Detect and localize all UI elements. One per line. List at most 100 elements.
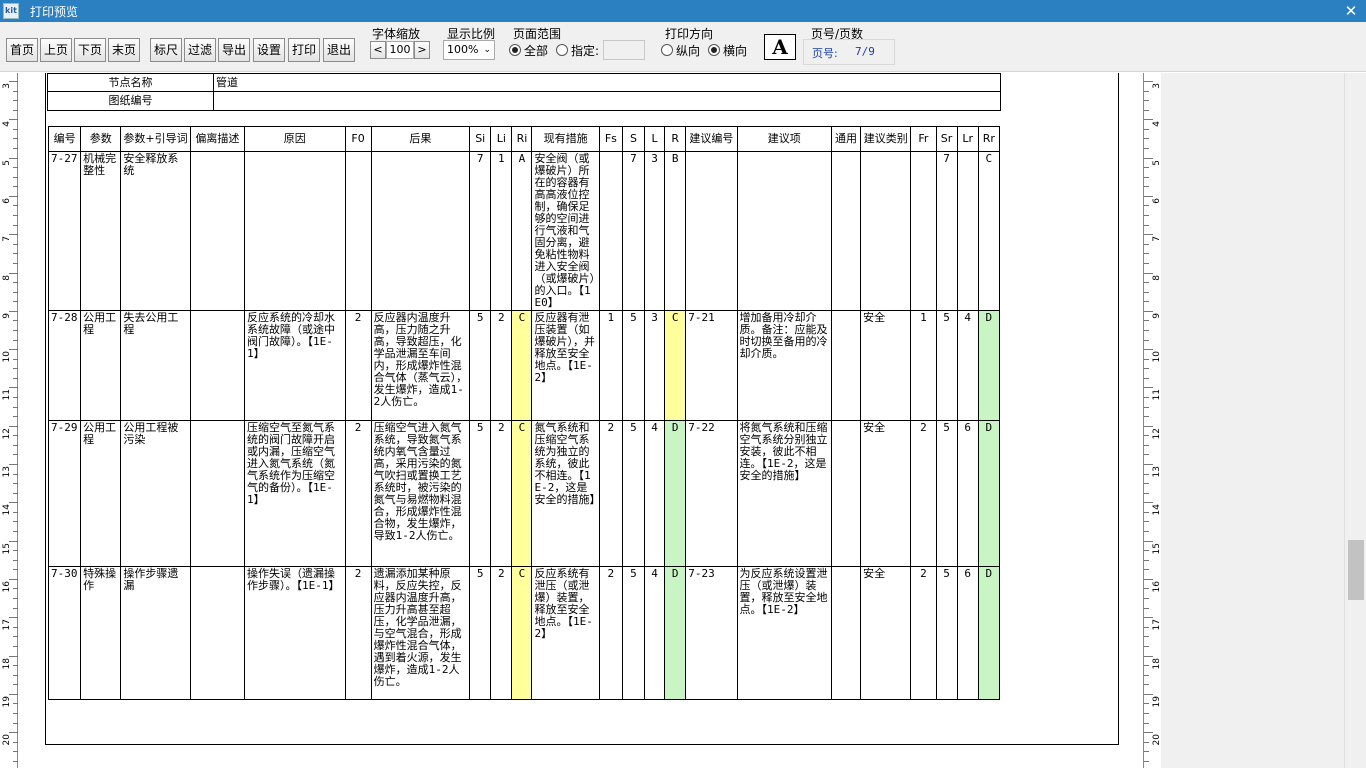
ruler-subtick [1144, 282, 1149, 284]
column-header: 建议项 [736, 126, 832, 152]
cell-s: 5 [621, 420, 646, 567]
cell-id: 7-29 [47, 420, 82, 567]
cell-fr: 2 [910, 566, 937, 700]
ruler-subtick [13, 377, 18, 379]
column-header: 参数 [80, 126, 122, 152]
export-button[interactable]: 导出 [218, 38, 250, 62]
cell-rr: D [977, 310, 1001, 421]
ruler-subtick [1144, 531, 1149, 533]
prev-page-button[interactable]: 上页 [40, 38, 72, 62]
font-scale-input[interactable]: 100 [386, 41, 414, 59]
ruler-subtick [1144, 645, 1149, 647]
cell-lr: 4 [956, 310, 979, 421]
ruler-tick [9, 425, 18, 427]
ruler-subtick [1144, 703, 1149, 705]
cell-li: 2 [490, 566, 513, 700]
ruler-subtick [13, 358, 18, 360]
ruler-subtick [1144, 396, 1149, 398]
range-specify-radio[interactable] [556, 44, 568, 56]
filter-button[interactable]: 过滤 [184, 38, 216, 62]
landscape-radio[interactable] [708, 44, 720, 56]
ruler-tick [9, 349, 18, 351]
cell-sug: 将氮气系统和压缩空气系统分别独立安装，彼此不相连。【1E-2，这是安全的措施】 [736, 420, 832, 567]
portrait-radio[interactable] [661, 44, 673, 56]
ruler-subtick [13, 454, 18, 456]
exit-button[interactable]: 退出 [323, 38, 355, 62]
next-page-button[interactable]: 下页 [74, 38, 106, 62]
ruler-subtick [13, 473, 18, 475]
ruler-tick [9, 578, 18, 580]
vertical-scrollbar[interactable] [1344, 73, 1366, 768]
ruler-number: 3 [2, 83, 12, 89]
ruler-number: 10 [2, 351, 12, 363]
cell-sr: 5 [935, 310, 958, 421]
ruler-subtick [13, 396, 18, 398]
ruler-subtick [13, 674, 18, 676]
range-input[interactable] [603, 40, 645, 60]
page-number-value: 7/9 [855, 45, 875, 58]
ruler-number: 6 [2, 197, 12, 204]
ruler-subtick [13, 205, 18, 207]
ruler-subtick [13, 636, 18, 638]
ruler-subtick [1144, 511, 1149, 513]
cell-fr [910, 151, 937, 311]
ruler-subtick [1144, 684, 1149, 686]
font-increase-button[interactable]: > [414, 41, 430, 59]
ruler-subtick [13, 148, 18, 150]
close-icon[interactable]: ✕ [1336, 0, 1366, 22]
ruler-subtick [13, 607, 18, 609]
last-page-button[interactable]: 末页 [108, 38, 140, 62]
cell-cause: 压缩空气至氮气系统的阀门故障开启或内漏，压缩空气进入氮气系统（氮气系统作为压缩空… [244, 420, 346, 567]
page-range-label: 页面范围 [513, 27, 562, 41]
ruler-subtick [13, 128, 18, 130]
cell-gen [830, 151, 862, 311]
drawing-number-label: 图纸编号 [47, 91, 214, 111]
ruler-subtick [1144, 329, 1149, 331]
column-header: F0 [344, 126, 372, 152]
cell-sid: 7-21 [685, 310, 738, 421]
table-row: 7-30 特殊操作 操作步骤遗漏 操作失误（遗漏操作步骤）。【1E-1】 2 遗漏添加某种… [47, 566, 1001, 700]
range-all-radio[interactable] [509, 44, 521, 56]
ruler-tick [1144, 349, 1153, 351]
cell-measure: 氮气系统和压缩空气系统为独立的系统，彼此不相连。【1E-2，这是安全的措施】 [531, 420, 600, 567]
ruler-subtick [1144, 598, 1149, 600]
ruler-subtick [13, 703, 18, 705]
cell-si: 5 [469, 420, 492, 567]
font-decrease-button[interactable]: < [370, 41, 386, 59]
column-header: R [664, 126, 687, 152]
font-icon[interactable]: A [764, 34, 796, 60]
column-header: Lr [956, 126, 979, 152]
ruler-tick [1144, 540, 1153, 542]
cell-fs: 2 [598, 420, 623, 567]
ruler-subtick [1144, 243, 1149, 245]
cell-rr: C [977, 151, 1001, 311]
cell-cat: 安全 [860, 420, 912, 567]
scrollbar-thumb[interactable] [1348, 540, 1364, 600]
node-name-value: 管道 [213, 73, 1001, 92]
cell-sid [685, 151, 738, 311]
zoom-select[interactable]: 100% ⌄ [443, 40, 495, 60]
ruler-subtick [13, 569, 18, 571]
cell-lr [956, 151, 979, 311]
cell-fr: 2 [910, 420, 937, 567]
first-page-button[interactable]: 首页 [6, 38, 38, 62]
range-specify-label: 指定: [571, 44, 600, 58]
column-header: 偏离描述 [189, 126, 246, 152]
app-logo-icon: kit [3, 3, 19, 19]
ruler-subtick [1144, 665, 1149, 667]
column-header: Ri [511, 126, 533, 152]
settings-button[interactable]: 设置 [253, 38, 285, 62]
cell-l: 4 [644, 566, 666, 700]
ruler-subtick [13, 588, 18, 590]
ruler-tick [9, 540, 18, 542]
ruler-tick [1144, 81, 1153, 82]
column-header: 编号 [47, 126, 82, 152]
cell-cause: 反应系统的冷却水系统故障（或途中阀门故障）。【1E-1】 [244, 310, 346, 421]
print-button[interactable]: 打印 [288, 38, 320, 62]
ruler-button[interactable]: 标尺 [150, 38, 182, 62]
cell-f0: 2 [344, 566, 372, 700]
preview-background [1161, 73, 1344, 768]
ruler-subtick [1144, 569, 1149, 571]
cell-cons: 遗漏添加某种原料，反应失控，反应器内温度升高，压力升高甚至超压，化学品泄漏，与空… [370, 566, 471, 700]
cell-rr: D [977, 420, 1001, 567]
